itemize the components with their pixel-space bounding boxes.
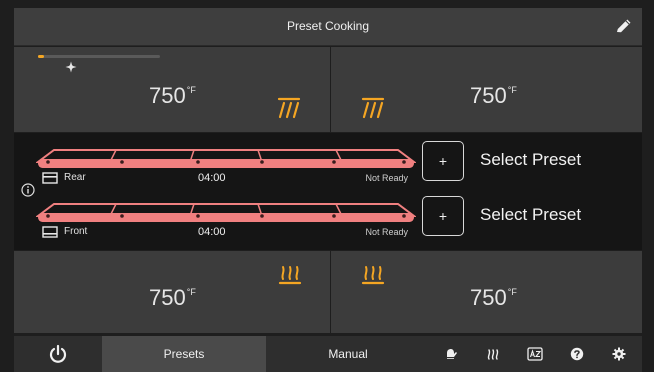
- rack-timer: 04:00: [198, 172, 226, 184]
- rack-status: Not Ready: [365, 227, 408, 237]
- zone-temperature: 750°F: [470, 285, 517, 310]
- power-icon: [49, 344, 67, 363]
- tab-presets[interactable]: Presets: [102, 336, 266, 372]
- select-preset-label[interactable]: Select Preset: [480, 150, 581, 170]
- language-button[interactable]: [514, 336, 556, 372]
- zone-top-left[interactable]: 750°F: [14, 47, 330, 132]
- top-heater-icon: [361, 97, 385, 119]
- bottom-nav: Presets Manual: [14, 336, 642, 372]
- zone-temperature: 750°F: [149, 285, 196, 310]
- cook-progress-bar: [38, 55, 160, 58]
- preset-row-front: + Select Preset: [422, 196, 632, 236]
- settings-button[interactable]: [598, 336, 640, 372]
- rack-info-row: Front 04:00 Not Ready: [40, 225, 408, 239]
- rack-heater-bar: [36, 149, 416, 168]
- oven-rack-icon: [42, 172, 58, 184]
- power-button[interactable]: [14, 336, 102, 372]
- rack-panel: Rear 04:00 Not Ready + Select Preset Fro…: [14, 133, 642, 250]
- rack-info-row: Rear 04:00 Not Ready: [40, 171, 408, 185]
- help-button[interactable]: [556, 336, 598, 372]
- cook-progress-fill: [38, 55, 45, 58]
- language-icon: [527, 347, 543, 361]
- zone-bottom-left[interactable]: 750°F: [14, 251, 330, 333]
- bottom-heater-icon: [278, 266, 302, 285]
- preset-row-rear: + Select Preset: [422, 141, 632, 181]
- rack-name: Rear: [64, 172, 86, 183]
- fan-icon: [65, 61, 77, 73]
- zone-temperature: 750°F: [149, 83, 196, 108]
- rack-timer: 04:00: [198, 226, 226, 238]
- zone-bottom-right[interactable]: 750°F: [331, 251, 642, 333]
- header-bar: Preset Cooking: [14, 8, 642, 46]
- bottom-heater-icon: [361, 266, 385, 285]
- oven-mitt-icon: [447, 349, 457, 359]
- add-preset-button[interactable]: +: [422, 196, 464, 236]
- oven-rack-icon: [42, 226, 58, 238]
- rack-name: Front: [64, 226, 88, 237]
- top-heater-icon: [277, 97, 301, 119]
- settings-icon: [612, 347, 626, 361]
- info-icon[interactable]: [21, 183, 35, 197]
- edit-pencil-icon[interactable]: [614, 18, 632, 36]
- steam-button[interactable]: [472, 336, 514, 372]
- steam-icon: [487, 349, 499, 360]
- page-title: Preset Cooking: [286, 19, 370, 33]
- oven-mitt-button[interactable]: [430, 336, 472, 372]
- rack-front[interactable]: Front 04:00 Not Ready: [36, 199, 424, 239]
- help-icon: [570, 347, 584, 361]
- tab-manual[interactable]: Manual: [266, 336, 430, 372]
- rack-rear[interactable]: Rear 04:00 Not Ready: [36, 145, 424, 185]
- zone-temperature: 750°F: [470, 83, 517, 108]
- zone-top-right[interactable]: 750°F: [331, 47, 642, 132]
- add-preset-button[interactable]: +: [422, 141, 464, 181]
- rack-status: Not Ready: [365, 173, 408, 183]
- rack-heater-bar: [36, 203, 416, 222]
- select-preset-label[interactable]: Select Preset: [480, 205, 581, 225]
